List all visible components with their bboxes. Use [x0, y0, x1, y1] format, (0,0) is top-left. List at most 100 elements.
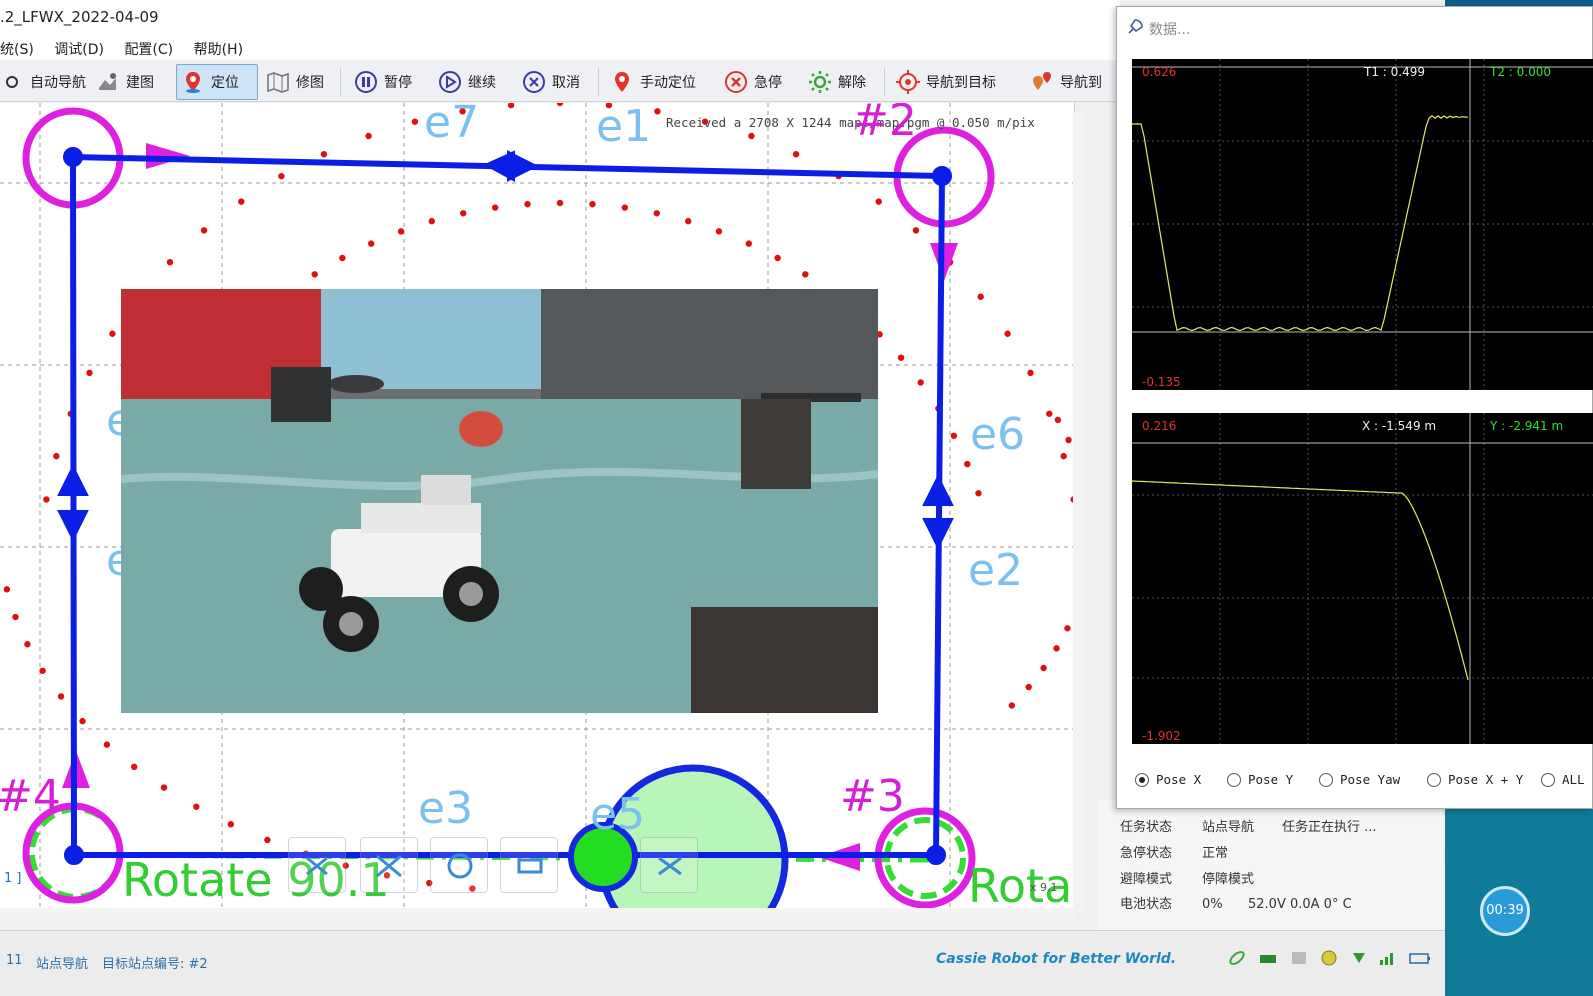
- coord-readout: x 9.1: [1030, 881, 1058, 894]
- vehicle-icon: [1258, 949, 1278, 971]
- status-panel: 任务状态 站点导航 任务正在执行 ... 急停状态 正常 避障模式 停障模式 电池状态 0…: [1098, 800, 1443, 930]
- radio-pose-y[interactable]: Pose Y: [1227, 772, 1293, 787]
- nav-to-label: 导航到: [1060, 75, 1102, 91]
- play-icon: [438, 70, 462, 94]
- status-mode: 站点导航: [36, 957, 89, 972]
- radio-pose-x[interactable]: Pose X: [1135, 772, 1201, 787]
- menu-system[interactable]: 统(S): [0, 39, 34, 59]
- release-label: 解除: [838, 75, 866, 91]
- edit-map-label: 修图: [296, 75, 324, 91]
- build-map-label: 建图: [126, 75, 154, 91]
- link-icon: [1228, 949, 1246, 971]
- map-fold-icon: [266, 70, 290, 94]
- battery-status-row: 电池状态 0% 52.0V 0.0A 0° C: [1120, 897, 1352, 912]
- plot2-min: -1.902: [1142, 729, 1181, 743]
- pause-icon: [354, 70, 378, 94]
- battery-icon: [1408, 949, 1432, 971]
- cancel-button[interactable]: 取消: [518, 64, 584, 100]
- auto-nav-button[interactable]: 自动导航: [0, 64, 90, 100]
- data-popup-window[interactable]: 数据... 0.626 -0.135 T1 : 0.499 T2 : 0.000: [1116, 6, 1593, 809]
- edge-label-e5: e5: [590, 789, 646, 840]
- release-gear-icon: [808, 70, 832, 94]
- plot1-max: 0.626: [1142, 65, 1177, 79]
- window-title-bar: .2_LFWX_2022-04-09: [0, 0, 1120, 34]
- menu-config[interactable]: 配置(C): [124, 39, 173, 59]
- point-label-3: #3: [840, 771, 905, 822]
- gauge-icon: [1320, 949, 1338, 971]
- map-tool-collapse[interactable]: [360, 837, 418, 893]
- map-tool-fit[interactable]: [288, 837, 346, 893]
- pause-button[interactable]: 暂停: [350, 64, 416, 100]
- pause-label: 暂停: [384, 75, 412, 91]
- map-canvas[interactable]: Received a 2708 X 1244 maps/map.pgm @ 0.…: [0, 103, 1075, 918]
- location-pin-icon: [181, 70, 205, 94]
- obstacle-mode-row: 避障模式 停障模式: [1120, 872, 1255, 887]
- target-crosshair-icon: [896, 70, 920, 94]
- point-label-2: #2: [852, 103, 917, 146]
- pose-xy-series: [1132, 480, 1469, 681]
- map-info-text: Received a 2708 X 1244 maps/map.pgm @ 0.…: [666, 115, 1035, 130]
- nav-to-target-button[interactable]: 导航到目标: [892, 64, 1000, 100]
- pose-xy-plot: 0.216 -1.902 X : -1.549 m Y : -2.941 m: [1132, 413, 1593, 744]
- pin-icon: [610, 70, 634, 94]
- signal-icon: [1378, 949, 1396, 971]
- radio-pose-xy[interactable]: Pose X + Y: [1427, 772, 1523, 787]
- resume-button[interactable]: 继续: [434, 64, 500, 100]
- release-button[interactable]: 解除: [804, 64, 870, 100]
- menu-bar: 统(S) 调试(D) 配置(C) 帮助(H): [0, 34, 1120, 60]
- window-title: .2_LFWX_2022-04-09: [0, 8, 159, 26]
- estop-button[interactable]: 急停: [720, 64, 786, 100]
- down-arrow-icon: [1350, 949, 1368, 971]
- map-horizontal-scrollbar[interactable]: [0, 908, 1075, 920]
- multi-pin-icon: [1030, 70, 1054, 94]
- map-tool-rotate[interactable]: [430, 837, 488, 893]
- pose-x-series: [1132, 115, 1469, 332]
- edge-label-e3: e3: [418, 783, 474, 834]
- nav-to-button[interactable]: 导航到: [1026, 64, 1106, 100]
- cancel-x-icon: [522, 70, 546, 94]
- left-marker: 1 ]: [4, 871, 22, 886]
- map-vertical-scrollbar[interactable]: [1073, 112, 1085, 912]
- plot2-max: 0.216: [1142, 419, 1177, 433]
- estop-status-row: 急停状态 正常: [1120, 846, 1229, 861]
- popup-title: 数据...: [1149, 22, 1191, 38]
- stop-icon: [724, 70, 748, 94]
- resume-label: 继续: [468, 75, 496, 91]
- rotate-label-left: Rotate 90.1: [122, 853, 390, 907]
- menu-help[interactable]: 帮助(H): [194, 39, 243, 59]
- edit-map-button[interactable]: 修图: [262, 64, 328, 100]
- edge-label-e6: e6: [970, 409, 1026, 460]
- nav-to-target-label: 导航到目标: [926, 75, 996, 91]
- map-tool-clear[interactable]: [640, 837, 698, 893]
- edge-label-e2: e2: [968, 545, 1024, 596]
- menu-debug[interactable]: 调试(D): [54, 39, 104, 59]
- auto-nav-label: 自动导航: [30, 75, 86, 91]
- edge-label-e7: e7: [424, 103, 480, 148]
- edge-label-e1: e1: [596, 103, 652, 152]
- camera-video-overlay: [121, 289, 878, 713]
- map-tool-robot[interactable]: [500, 837, 558, 893]
- estop-label: 急停: [754, 75, 782, 91]
- cancel-label: 取消: [552, 75, 580, 91]
- point-label-4: #4: [0, 771, 61, 822]
- nav-icon: [0, 70, 24, 94]
- manual-localize-button[interactable]: 手动定位: [606, 64, 700, 100]
- manual-localize-label: 手动定位: [640, 75, 696, 91]
- status-target: 目标站点编号: #2: [102, 957, 208, 972]
- plot2-y: Y : -2.941 m: [1490, 419, 1564, 433]
- toolbar: 自动导航 建图 定位 修图 暂停 继续 取消 手动定位 急停 解除 导航到目标: [0, 60, 1120, 102]
- radio-pose-yaw[interactable]: Pose Yaw: [1319, 772, 1400, 787]
- localize-label: 定位: [211, 75, 239, 91]
- slogan-text: Cassie Robot for Better World.: [936, 951, 1177, 967]
- status-bar: 11 站点导航 目标站点编号: #2 Cassie Robot for Bett…: [0, 930, 1445, 996]
- localize-button[interactable]: 定位: [176, 64, 258, 100]
- app-rocket-icon: [1125, 17, 1145, 41]
- radio-all[interactable]: ALL: [1541, 772, 1585, 787]
- plot2-x: X : -1.549 m: [1362, 419, 1437, 433]
- build-map-button[interactable]: 建图: [92, 64, 158, 100]
- pose-x-plot: 0.626 -0.135 T1 : 0.499 T2 : 0.000: [1132, 59, 1593, 390]
- recording-timer[interactable]: 00:39: [1480, 886, 1530, 936]
- screen-icon: [1290, 949, 1308, 971]
- task-status-row: 任务状态 站点导航 任务正在执行 ...: [1120, 820, 1377, 835]
- map-build-icon: [96, 70, 120, 94]
